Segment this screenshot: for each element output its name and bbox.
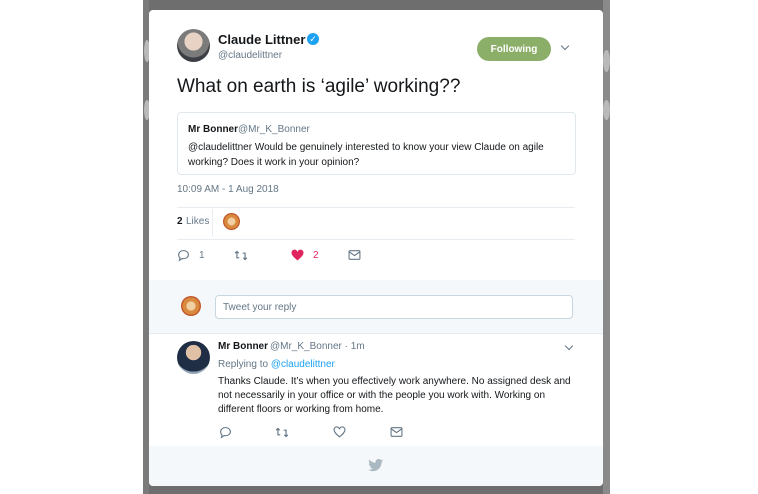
reply-author-avatar[interactable] [177, 341, 210, 374]
reply-action[interactable]: 1 [177, 249, 205, 262]
twitter-bird-icon [368, 459, 384, 472]
background-avatar [603, 100, 610, 120]
retweet-action[interactable] [234, 249, 248, 262]
reply-message-action[interactable] [390, 426, 403, 438]
heart-icon [333, 426, 346, 438]
background-page-right [603, 0, 610, 494]
retweet-icon [275, 427, 289, 438]
heart-icon [291, 249, 304, 261]
reply-text: Thanks Claude. It’s when you effectively… [218, 376, 571, 415]
like-count: 2 [313, 249, 319, 261]
divider [149, 333, 603, 334]
reply-input[interactable] [215, 295, 573, 319]
replying-to: Replying to @claudelittner [218, 359, 335, 370]
likes-label[interactable]: Likes [186, 216, 209, 227]
divider [177, 239, 575, 240]
like-action[interactable]: 2 [291, 249, 319, 261]
author-avatar[interactable] [177, 29, 210, 62]
retweet-icon [234, 250, 248, 261]
reply-count: 1 [199, 250, 205, 261]
chevron-down-icon[interactable] [564, 341, 574, 351]
author-handle[interactable]: @claudelittner [218, 50, 282, 61]
verified-icon: ✓ [307, 33, 319, 45]
reply-author-handle[interactable]: @Mr_K_Bonner · 1m [270, 341, 365, 352]
following-button[interactable]: Following [477, 37, 551, 61]
background-avatar [603, 50, 610, 72]
likes-count[interactable]: 2 [177, 216, 183, 227]
quoted-author-name: Mr Bonner [188, 124, 238, 135]
reply-reply-action[interactable] [219, 426, 232, 439]
replying-to-link[interactable]: @claudelittner [271, 359, 335, 370]
reply-like-action[interactable] [333, 426, 346, 438]
reply-author-name[interactable]: Mr Bonner [218, 341, 268, 352]
tweet-timestamp[interactable]: 10:09 AM - 1 Aug 2018 [177, 184, 279, 195]
likes-separator [212, 209, 213, 236]
chevron-down-icon[interactable] [560, 41, 570, 51]
current-user-avatar [181, 296, 201, 316]
quoted-tweet-text: @claudelittner Would be genuinely intere… [188, 142, 544, 168]
message-icon [390, 427, 403, 437]
reply-retweet-action[interactable] [275, 426, 289, 439]
quoted-author-handle: @Mr_K_Bonner [238, 124, 310, 135]
liker-avatar[interactable] [223, 213, 240, 230]
message-icon [348, 250, 361, 260]
tweet-text: What on earth is ‘agile’ working?? [177, 76, 461, 97]
tweet-modal: Claude Littner ✓ @claudelittner Followin… [149, 10, 603, 486]
reply-icon [178, 250, 189, 262]
reply-icon [220, 427, 231, 439]
direct-message-action[interactable] [348, 249, 361, 261]
replying-to-prefix: Replying to [218, 359, 271, 370]
modal-footer [149, 446, 603, 486]
author-name[interactable]: Claude Littner [218, 32, 305, 47]
quoted-tweet[interactable]: Mr Bonner @Mr_K_Bonner @claudelittner Wo… [177, 112, 576, 175]
divider [177, 207, 575, 208]
